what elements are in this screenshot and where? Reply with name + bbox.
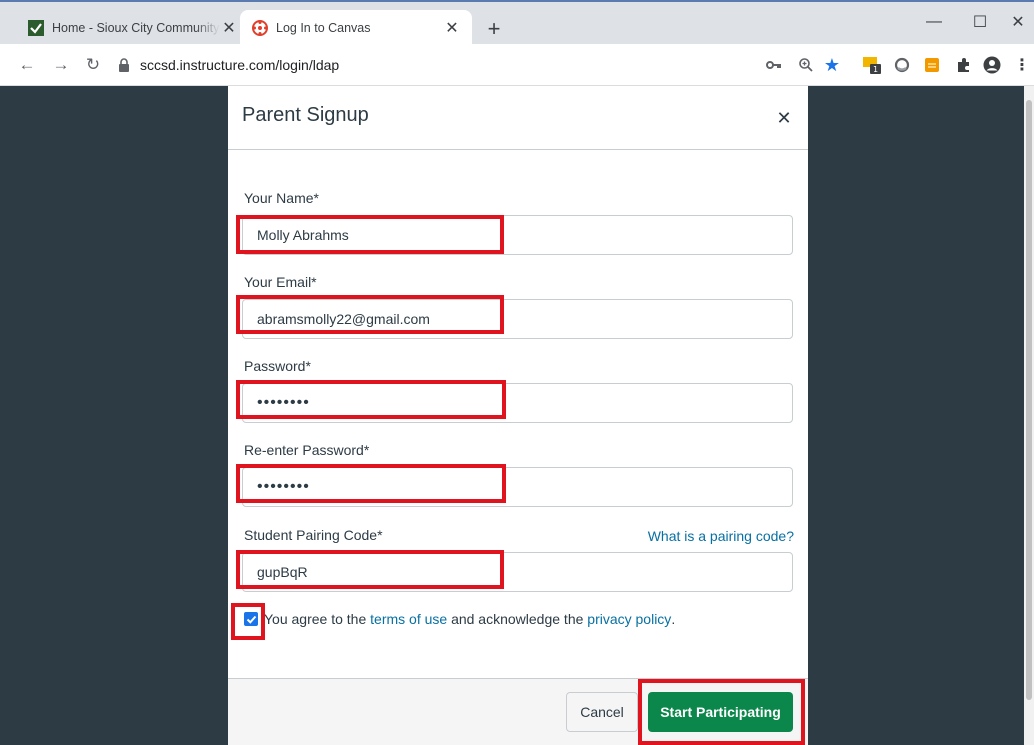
cancel-button[interactable]: Cancel [566,692,638,732]
tab-close-icon[interactable]: ✕ [442,18,462,38]
password-value: •••••••• [257,394,310,411]
start-participating-button[interactable]: Start Participating [648,692,793,732]
address-text: sccsd.instructure.com/login/ldap [140,57,340,73]
agree-suffix: . [671,611,676,627]
zoom-icon[interactable] [796,55,816,75]
reload-icon[interactable]: ↻ [82,54,104,76]
email-label: Your Email* [244,274,317,290]
scrollbar-thumb[interactable] [1026,100,1032,700]
close-window-icon[interactable]: ✕ [998,8,1034,36]
maximize-icon[interactable]: ☐ [960,8,1000,36]
bookmark-star-icon[interactable]: ★ [822,55,842,75]
tab-home[interactable]: Home - Sioux City Community Sc ✕ [16,10,248,46]
school-favicon-icon [28,20,44,36]
checkmark-icon [246,615,256,624]
name-label: Your Name* [244,190,319,206]
pairing-code-label: Student Pairing Code* [244,527,383,543]
close-icon[interactable]: ✕ [774,108,794,128]
dialog-header: Parent Signup ✕ [228,86,808,150]
canvas-favicon-icon [252,20,268,36]
terms-agreement: You agree to the terms of use and acknow… [244,611,675,627]
confirm-password-label: Re-enter Password* [244,442,370,458]
tab-close-icon[interactable]: ✕ [220,18,238,38]
extensions-puzzle-icon[interactable] [954,55,974,75]
parent-signup-dialog: Parent Signup ✕ Your Name* Molly Abrahms… [228,86,808,745]
email-input[interactable]: abramsmolly22@gmail.com [242,299,793,339]
tab-strip: Home - Sioux City Community Sc ✕ Log In … [0,0,1034,46]
extension-badge-icon[interactable]: 1 [862,55,882,75]
new-tab-icon[interactable]: + [482,18,506,42]
minimize-icon[interactable]: — [914,8,954,36]
pairing-code-value: gupBqR [257,564,308,580]
lock-icon [119,58,129,72]
tab-canvas[interactable]: Log In to Canvas ✕ [240,10,472,46]
confirm-password-value: •••••••• [257,478,310,495]
forward-icon[interactable]: → [50,54,72,76]
svg-text:1: 1 [873,65,878,74]
menu-kebab-icon[interactable]: ⋮ [1012,55,1032,75]
profile-avatar-icon[interactable] [982,55,1002,75]
name-input[interactable]: Molly Abrahms [242,215,793,255]
pairing-code-help-link[interactable]: What is a pairing code? [648,528,794,544]
orange-extension-icon[interactable] [922,55,942,75]
privacy-policy-link[interactable]: privacy policy [587,611,671,627]
agree-checkbox[interactable] [244,612,258,626]
tab-title: Home - Sioux City Community Sc [52,21,220,35]
agree-middle: and acknowledge the [451,611,584,627]
tab-title: Log In to Canvas [276,21,371,35]
circle-extension-icon[interactable] [892,55,912,75]
confirm-password-input[interactable]: •••••••• [242,467,793,507]
browser-toolbar: ← → ↻ sccsd.instructure.com/login/ldap ★… [0,44,1034,86]
back-icon[interactable]: ← [16,54,38,76]
password-label: Password* [244,358,311,374]
agree-prefix: You agree to the [264,611,367,627]
terms-of-use-link[interactable]: terms of use [370,611,447,627]
password-input[interactable]: •••••••• [242,383,793,423]
pairing-code-input[interactable]: gupBqR [242,552,793,592]
email-value: abramsmolly22@gmail.com [257,311,430,327]
scrollbar[interactable] [1024,86,1034,745]
name-value: Molly Abrahms [257,227,349,243]
page-background: Parent Signup ✕ Your Name* Molly Abrahms… [0,86,1034,745]
key-icon[interactable] [764,55,784,75]
address-bar[interactable]: sccsd.instructure.com/login/ldap [118,55,339,75]
dialog-footer: Cancel Start Participating [228,678,808,745]
dialog-title: Parent Signup [242,104,369,126]
